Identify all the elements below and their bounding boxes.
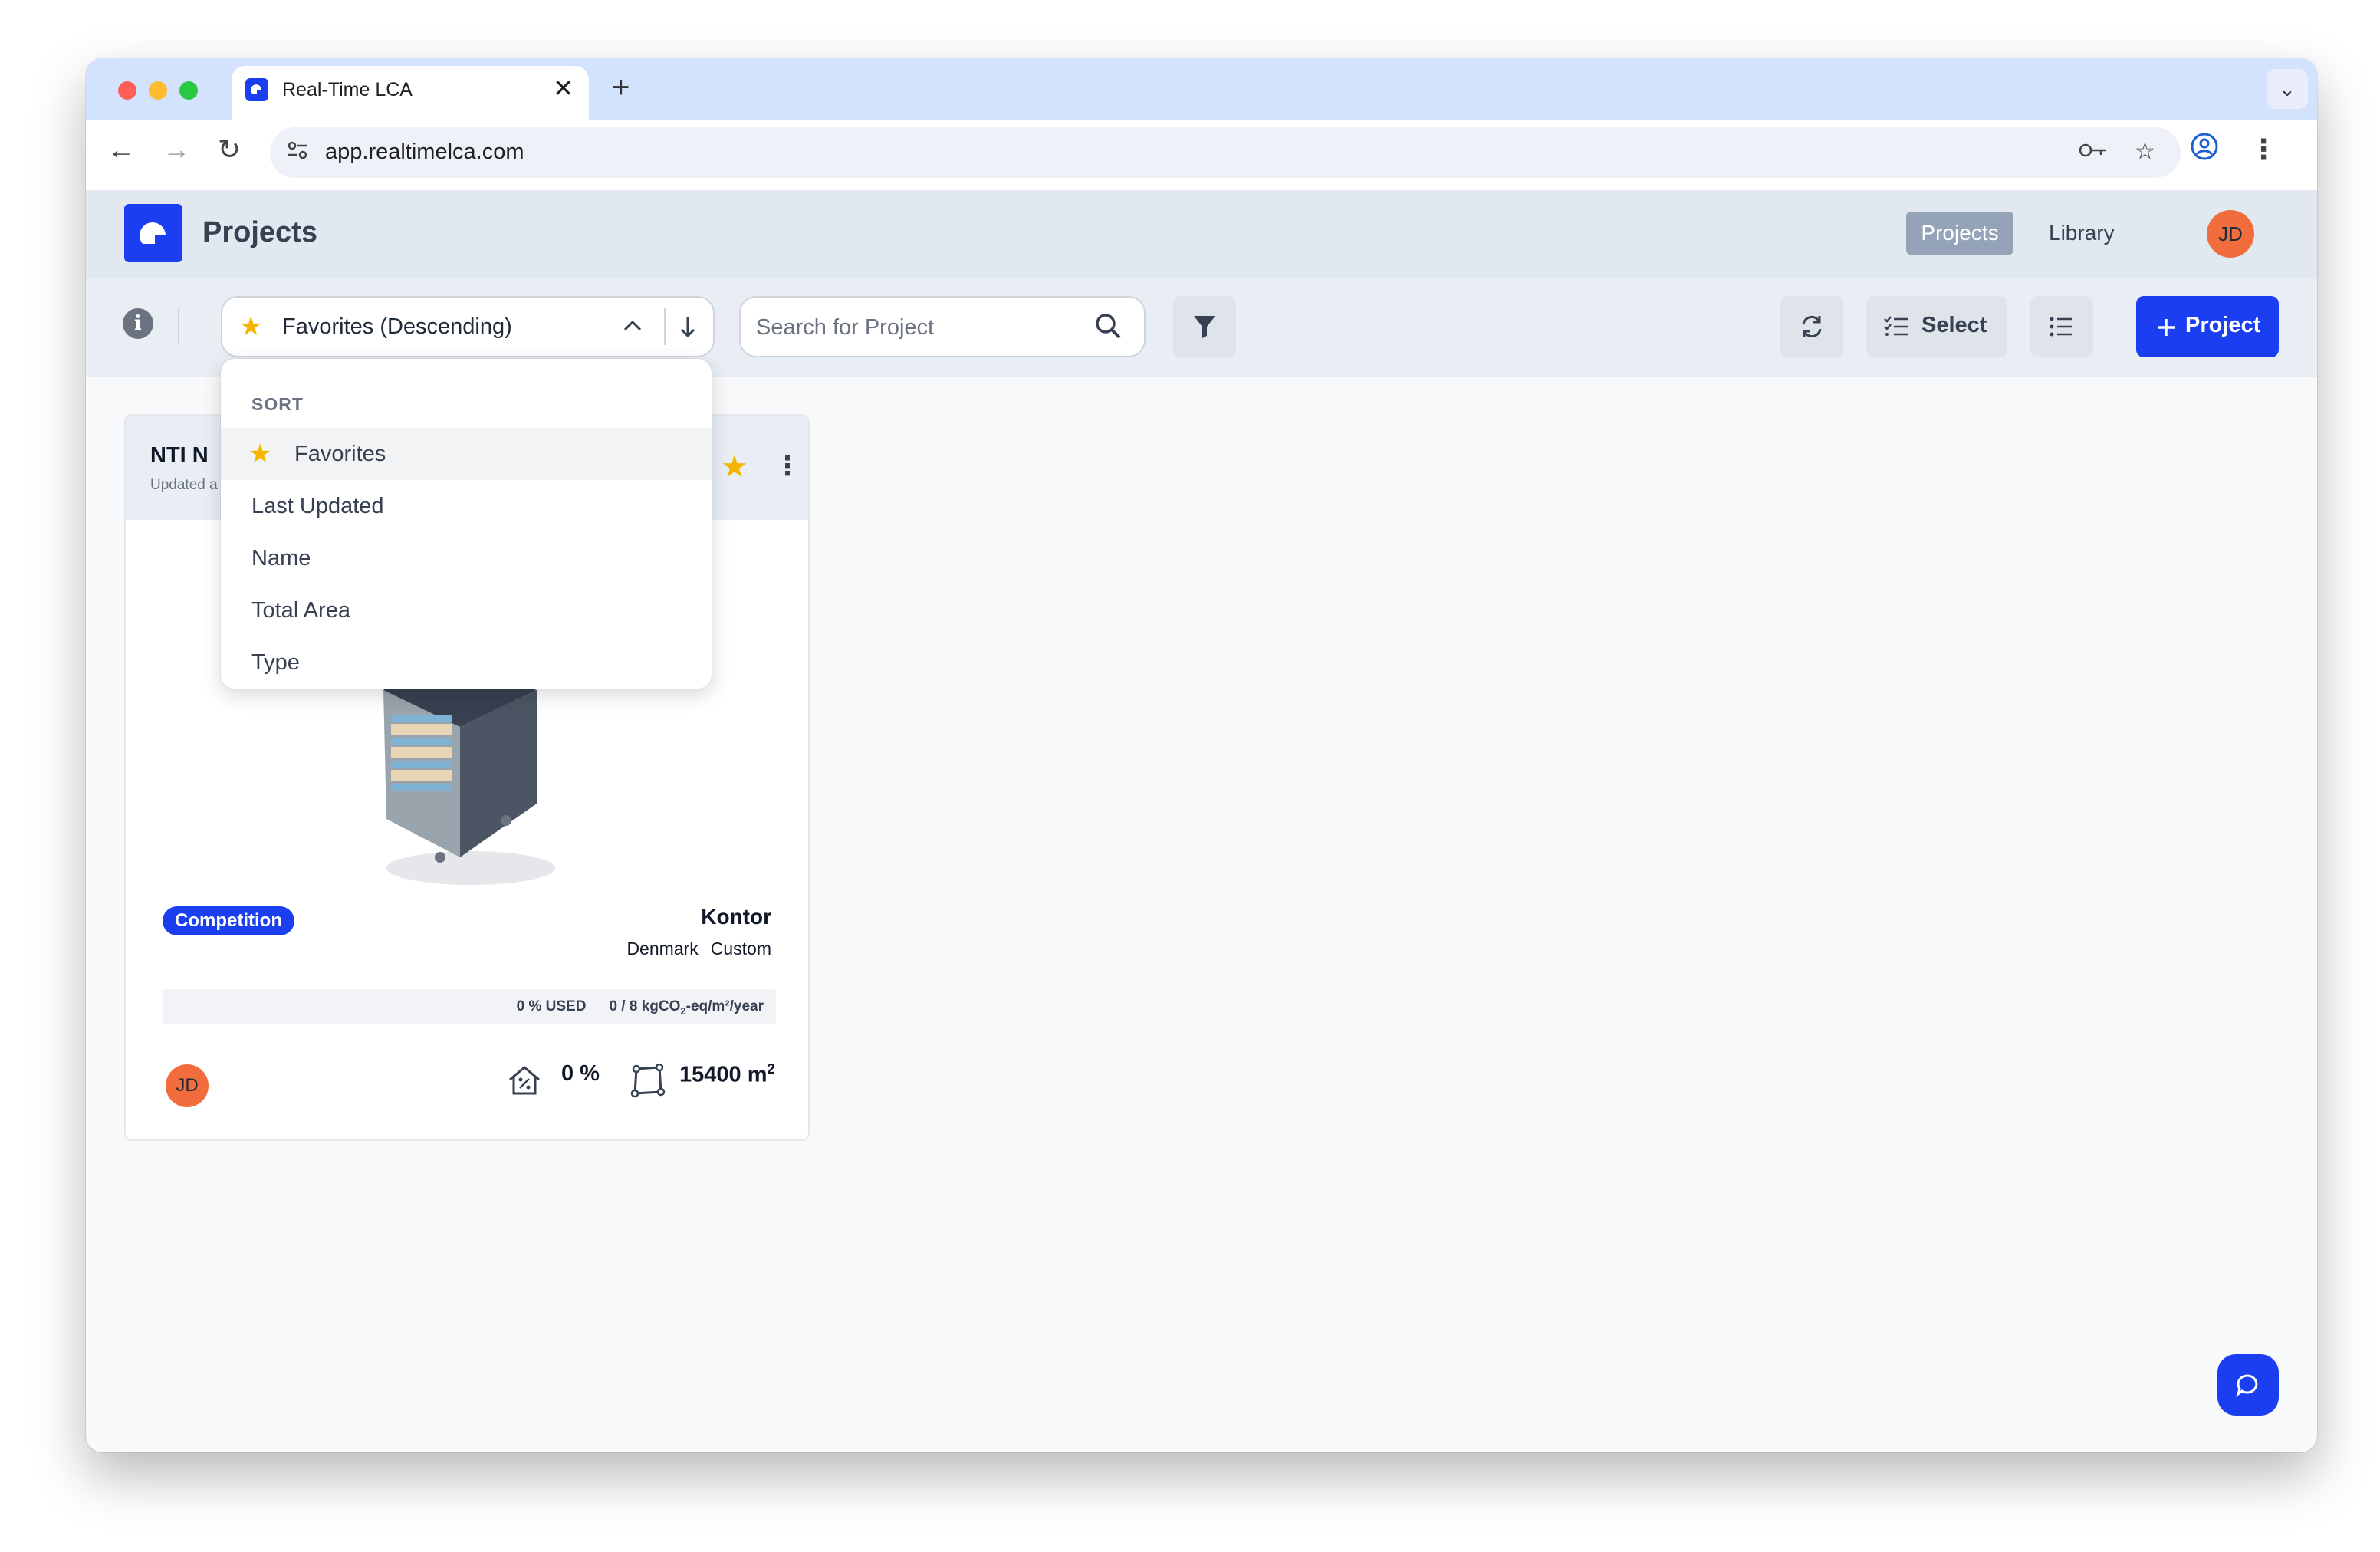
sort-option-label: Last Updated <box>251 494 384 518</box>
chat-bubble-icon <box>2236 1374 2258 1398</box>
building-type: Kontor <box>701 905 771 929</box>
usage-unit-sub: 2 <box>680 1005 686 1017</box>
plus-icon <box>2158 319 2175 336</box>
new-project-label: Project <box>2185 313 2261 337</box>
sort-option-favorites[interactable]: ★ Favorites <box>221 428 712 480</box>
sort-option-type[interactable]: Type <box>221 636 712 689</box>
usage-unit-pre: kgCO <box>641 998 681 1014</box>
url-text: app.realtimelca.com <box>325 140 524 164</box>
nav-library[interactable]: Library <box>2049 212 2115 255</box>
password-key-icon[interactable] <box>2078 138 2109 169</box>
sort-option-label: Name <box>251 546 311 570</box>
search-input[interactable] <box>754 311 1080 344</box>
refresh-icon <box>1802 315 1822 338</box>
building-percent-icon <box>509 1066 540 1095</box>
profile-icon[interactable] <box>2190 132 2219 168</box>
nav-projects[interactable]: Projects <box>1906 212 2013 255</box>
tab-title: Real-Time LCA <box>282 79 413 100</box>
building-3d-image <box>383 669 555 885</box>
sort-option-label: Type <box>251 650 300 675</box>
app-logo-icon[interactable] <box>124 204 182 262</box>
site-settings-icon[interactable] <box>285 138 310 169</box>
project-updated-text: Updated a <box>150 477 218 493</box>
list-icon <box>2050 317 2072 337</box>
new-tab-button[interactable]: + <box>612 71 630 105</box>
select-button[interactable]: Select <box>1866 296 2007 357</box>
bookmark-star-icon[interactable]: ☆ <box>2135 138 2155 165</box>
search-icon[interactable] <box>1093 311 1124 346</box>
sort-dropdown[interactable]: ★ Favorites (Descending) <box>221 296 715 357</box>
total-area: 15400 m2 <box>679 1061 775 1088</box>
completion-percent: 0 % <box>561 1061 600 1086</box>
usage-progress-bar: 0 % USED 0 / 8 kgCO2-eq/m²/year <box>163 989 776 1024</box>
sort-option-name[interactable]: Name <box>221 532 712 584</box>
maximize-window-button[interactable] <box>179 81 198 100</box>
address-bar[interactable]: app.realtimelca.com ☆ <box>270 127 2181 178</box>
search-box <box>739 296 1146 357</box>
tab-search-chevron-icon[interactable]: ⌄ <box>2267 69 2308 109</box>
info-icon[interactable]: i <box>123 308 153 339</box>
owner-avatar[interactable]: JD <box>166 1064 209 1107</box>
sort-menu: SORT ★ Favorites Last Updated Name Total… <box>221 359 712 689</box>
tab-strip: Real-Time LCA ✕ + ⌄ <box>86 58 2317 120</box>
funnel-icon <box>1194 316 1215 338</box>
total-area-value: 15400 m <box>679 1062 768 1087</box>
close-window-button[interactable] <box>118 81 136 100</box>
forward-arrow-icon[interactable]: → <box>163 133 190 166</box>
project-title[interactable]: NTI N <box>150 443 209 469</box>
sort-direction-arrow-icon[interactable] <box>678 308 698 352</box>
chat-button[interactable] <box>2217 1354 2279 1416</box>
browser-toolbar: ← → ↻ app.realtimelca.com ☆ ⋮ <box>86 120 2317 190</box>
area-icon <box>630 1063 666 1098</box>
sort-option-label: Favorites <box>294 442 386 466</box>
project-standard: Custom <box>710 939 771 958</box>
card-menu-icon[interactable]: ⋮ <box>774 451 800 482</box>
project-phase-badge: Competition <box>163 906 294 935</box>
usage-percent: 0 % USED <box>516 998 587 1014</box>
refresh-button[interactable] <box>1780 296 1843 357</box>
browser-tab[interactable]: Real-Time LCA ✕ <box>232 66 589 120</box>
app-header: Projects Projects Library JD <box>86 190 2317 278</box>
select-button-label: Select <box>1921 313 1987 337</box>
browser-menu-icon[interactable]: ⋮ <box>2250 133 2277 166</box>
usage-unit-post: -eq/m²/year <box>685 998 764 1014</box>
sort-menu-heading: SORT <box>251 394 304 414</box>
page-title: Projects <box>202 216 317 248</box>
sort-option-last-updated[interactable]: Last Updated <box>221 480 712 532</box>
sort-option-total-area[interactable]: Total Area <box>221 584 712 636</box>
list-view-button[interactable] <box>2030 296 2093 357</box>
minimize-window-button[interactable] <box>149 81 167 100</box>
tab-close-icon[interactable]: ✕ <box>553 74 574 103</box>
favicon-icon <box>245 78 268 101</box>
divider <box>664 308 666 345</box>
star-icon: ★ <box>239 312 263 341</box>
filter-button[interactable] <box>1173 296 1236 357</box>
star-icon: ★ <box>248 439 272 469</box>
total-area-unit-sup: 2 <box>767 1061 775 1077</box>
project-country: Denmark <box>626 939 699 958</box>
reload-icon[interactable]: ↻ <box>218 133 241 166</box>
usage-values-group: 0 / 8 kgCO2-eq/m²/year <box>609 998 764 1017</box>
divider <box>178 308 179 345</box>
checklist-icon <box>1884 316 1908 336</box>
new-project-button[interactable]: Project <box>2136 296 2279 357</box>
back-arrow-icon[interactable]: ← <box>107 133 135 166</box>
chevron-up-icon[interactable] <box>621 308 644 352</box>
sort-selected-label: Favorites (Descending) <box>282 314 512 339</box>
sort-option-label: Total Area <box>251 598 350 623</box>
user-avatar[interactable]: JD <box>2207 210 2254 258</box>
usage-values: 0 / 8 <box>609 998 638 1014</box>
project-location: Denmark Custom <box>626 939 771 959</box>
usage-text: 0 % USED 0 / 8 kgCO2-eq/m²/year <box>517 998 764 1017</box>
browser-window: Real-Time LCA ✕ + ⌄ ← → ↻ app.realtimelc… <box>86 58 2317 1452</box>
favorite-star-icon[interactable]: ★ <box>721 449 748 485</box>
